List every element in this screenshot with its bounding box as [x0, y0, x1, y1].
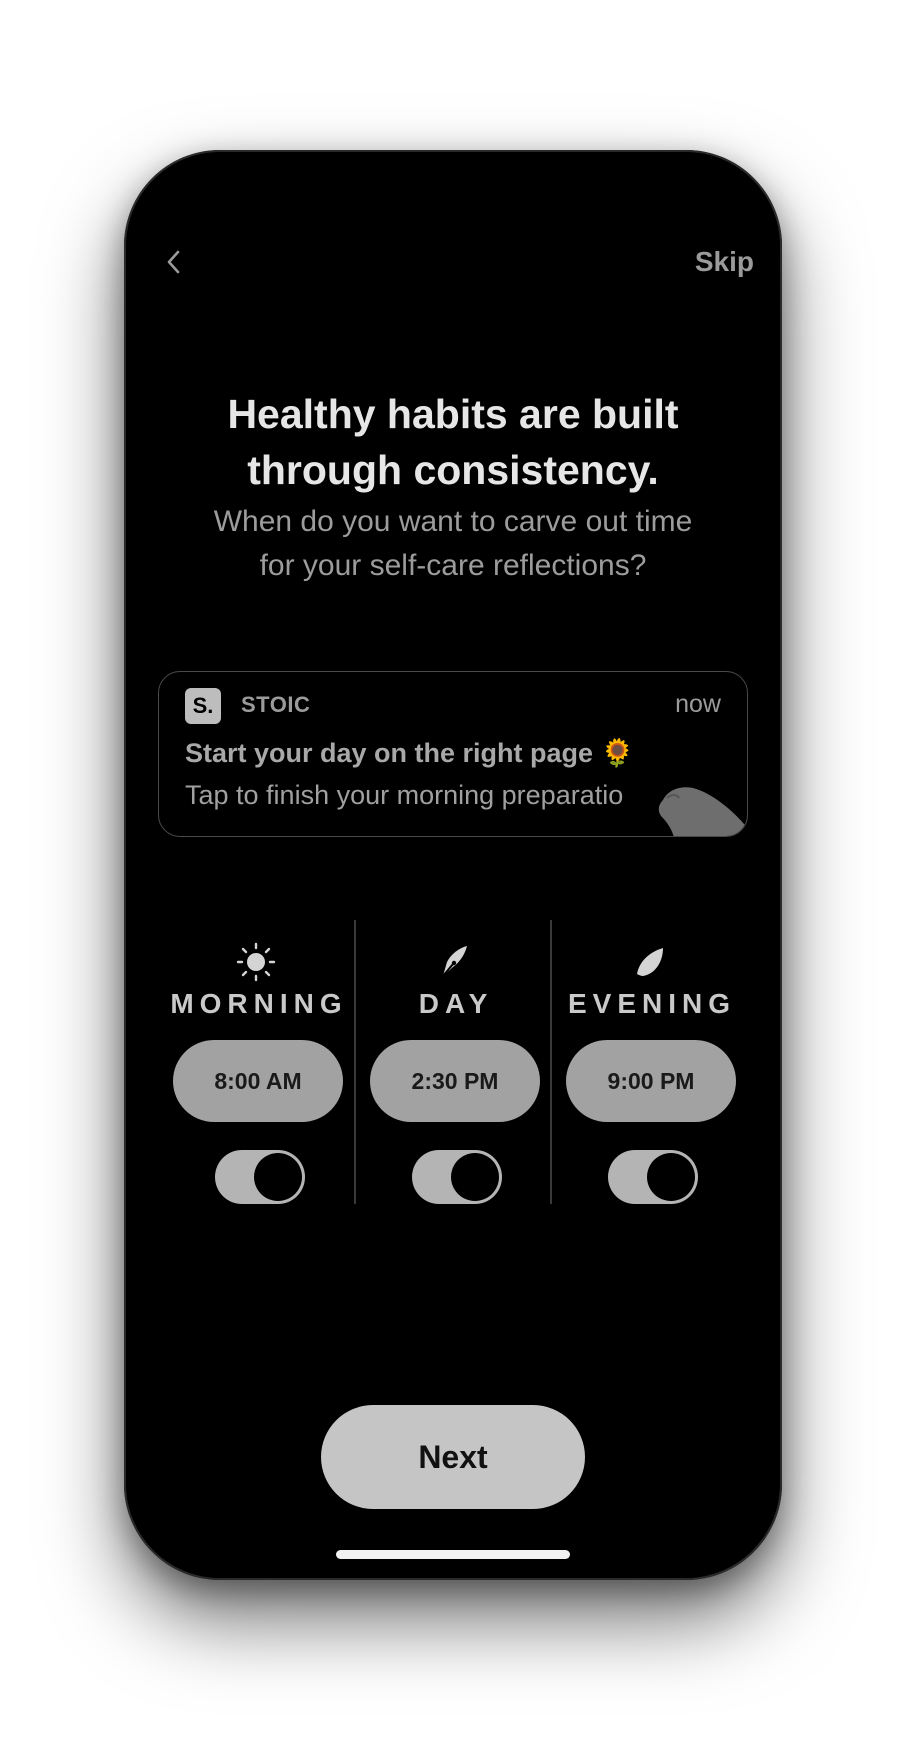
- moon-icon: [551, 942, 747, 982]
- notification-body: Tap to finish your morning preparatio: [185, 780, 624, 810]
- toggle-morning[interactable]: [215, 1150, 305, 1204]
- toggle-evening[interactable]: [608, 1150, 698, 1204]
- time-pill-evening[interactable]: 9:00 PM: [566, 1040, 736, 1122]
- home-indicator[interactable]: [336, 1550, 570, 1559]
- schedule-picker: MORNING 8:00 AM DAY 2:30 PM EVENING 9:00…: [158, 920, 748, 1210]
- schedule-column-evening: EVENING 9:00 PM: [551, 920, 747, 1210]
- next-button[interactable]: Next: [321, 1405, 585, 1509]
- phone-screen: Skip Healthy habits are built through co…: [124, 150, 782, 1580]
- notification-preview[interactable]: S. STOIC now Start your day on the right…: [158, 671, 748, 837]
- stage: Skip Healthy habits are built through co…: [0, 0, 908, 1740]
- schedule-label-day: DAY: [418, 988, 494, 1019]
- toggle-knob: [451, 1153, 499, 1201]
- notification-time: now: [675, 690, 721, 718]
- pen-nib-icon: [355, 942, 551, 982]
- chevron-left-icon: [167, 250, 180, 274]
- page-title: Healthy habits are built through consist…: [164, 386, 742, 498]
- hand-pointer-icon: [658, 787, 747, 836]
- toggle-day[interactable]: [412, 1150, 502, 1204]
- schedule-label-morning: MORNING: [170, 988, 348, 1019]
- page-subtitle: When do you want to carve out time for y…: [164, 500, 742, 588]
- page-subtitle-line-2: for your self-care reflections?: [259, 549, 647, 582]
- app-logo: S.: [185, 688, 221, 724]
- toggle-knob: [254, 1153, 302, 1201]
- skip-button[interactable]: Skip: [695, 242, 754, 282]
- time-pill-day[interactable]: 2:30 PM: [370, 1040, 540, 1122]
- schedule-column-morning: MORNING 8:00 AM: [158, 920, 354, 1210]
- time-pill-morning[interactable]: 8:00 AM: [173, 1040, 343, 1122]
- schedule-column-day: DAY 2:30 PM: [355, 920, 551, 1210]
- toggle-knob: [647, 1153, 695, 1201]
- page-title-line-2: through consistency.: [247, 447, 659, 493]
- notification-app-name: STOIC: [241, 692, 311, 717]
- page-subtitle-line-1: When do you want to carve out time: [213, 505, 693, 538]
- back-button[interactable]: [154, 242, 194, 282]
- sun-icon: [158, 942, 354, 982]
- page-title-line-1: Healthy habits are built: [227, 391, 679, 437]
- schedule-label-evening: EVENING: [567, 988, 737, 1019]
- notification-title: Start your day on the right page 🌻: [185, 738, 635, 768]
